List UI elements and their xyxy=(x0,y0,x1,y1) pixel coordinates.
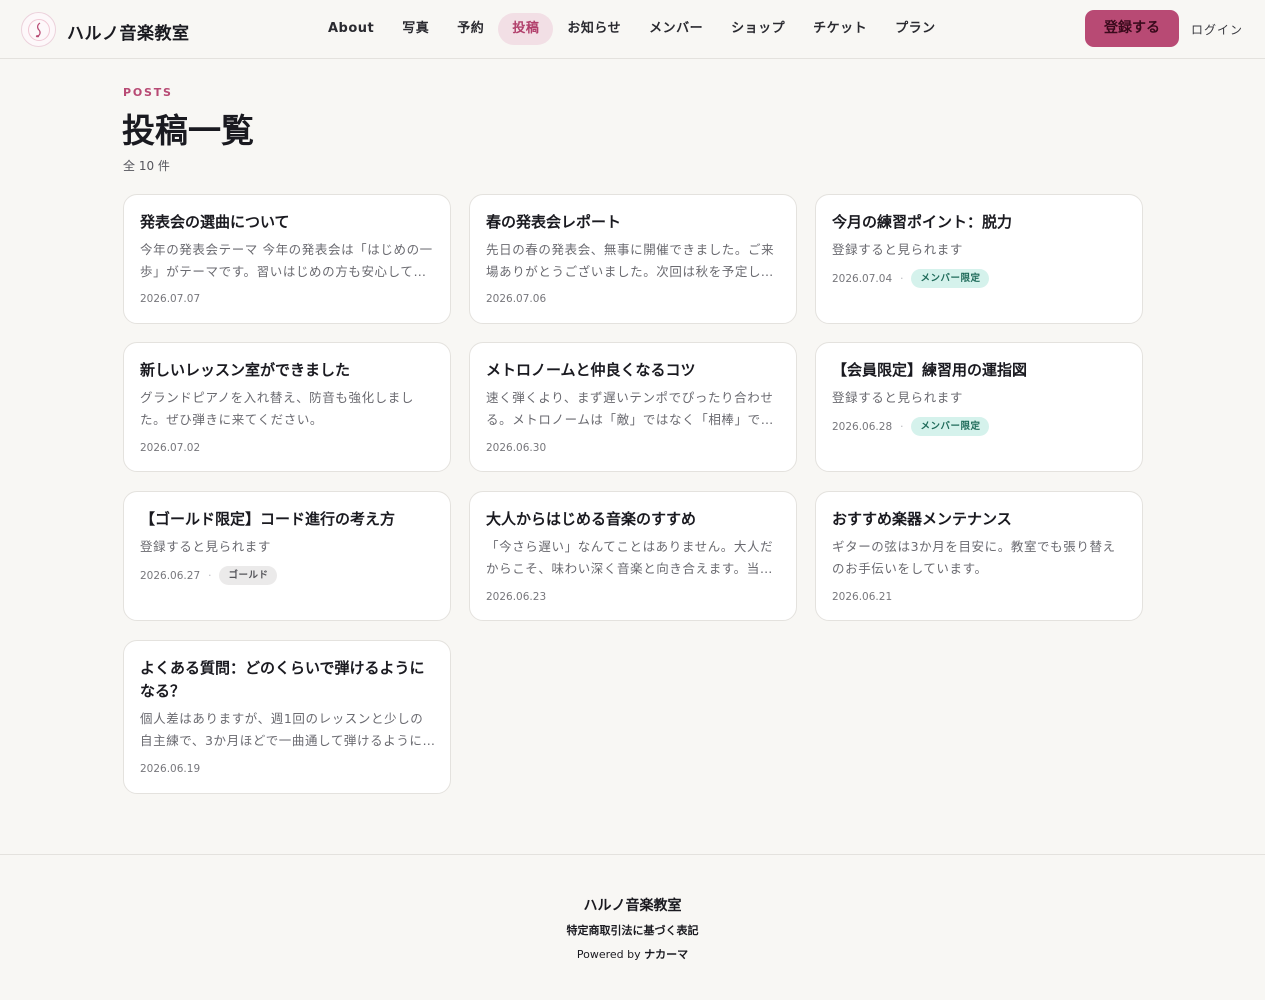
post-meta: 2026.06.28 · メンバー限定 xyxy=(832,417,990,436)
member-only-badge: メンバー限定 xyxy=(911,269,990,288)
post-meta: 2026.06.19 xyxy=(140,763,200,775)
post-card[interactable]: 発表会の選曲について 今年の発表会テーマ 今年の発表会は「はじめの一歩」がテーマ… xyxy=(123,194,451,324)
post-date: 2026.06.28 xyxy=(832,420,893,433)
post-date: 2026.07.04 xyxy=(832,272,893,285)
post-card[interactable]: よくある質問：どのくらいで弾けるようになる？ 個人差はありますが、週1回のレッス… xyxy=(123,640,451,794)
post-date: 2026.06.23 xyxy=(486,591,547,603)
page-title: 投稿一覧 xyxy=(122,111,254,150)
footer-brand: ハルノ音楽教室 xyxy=(583,898,682,914)
post-title: 【ゴールド限定】コード進行の考え方 xyxy=(140,510,396,528)
nav-item-plans[interactable]: プラン xyxy=(881,13,950,45)
post-title: 【会員限定】練習用の運指図 xyxy=(832,361,1028,379)
post-excerpt: グランドピアノを入れ替え、防音も強化しました。ぜひ弾きに来てください。 xyxy=(140,390,414,427)
post-excerpt: 速く弾くより、まず遅いテンポでぴったり合わせる。メトロノームは「敵」ではなく「相… xyxy=(486,390,774,427)
member-only-badge: メンバー限定 xyxy=(911,417,990,436)
post-date: 2026.07.07 xyxy=(140,293,201,305)
post-title: おすすめ楽器メンテナンス xyxy=(832,510,1012,528)
site-header: ハルノ音楽教室 About 写真 予約 投稿 お知らせ メンバー ショップ チケ… xyxy=(0,0,1265,59)
post-title: メトロノームと仲良くなるコツ xyxy=(486,361,696,379)
post-meta: 2026.06.27 · ゴールド xyxy=(140,566,278,585)
section-eyebrow: POSTS xyxy=(123,86,173,99)
music-note-icon xyxy=(27,18,50,41)
post-meta: 2026.07.06 xyxy=(486,293,546,305)
post-excerpt: 登録すると見られます xyxy=(832,242,964,257)
post-date: 2026.06.21 xyxy=(832,591,893,603)
post-card[interactable]: 大人からはじめる音楽のすすめ 「今さら遅い」なんてことはありません。大人だからこ… xyxy=(469,491,797,621)
meta-separator: · xyxy=(900,420,904,433)
nav-item-booking[interactable]: 予約 xyxy=(443,13,498,45)
post-date: 2026.06.27 xyxy=(140,569,201,582)
post-date: 2026.07.02 xyxy=(140,442,201,454)
post-meta: 2026.07.02 xyxy=(140,442,200,454)
post-title: 発表会の選曲について xyxy=(140,213,290,231)
post-title: 大人からはじめる音楽のすすめ xyxy=(486,510,697,528)
post-meta: 2026.06.23 xyxy=(486,591,546,603)
post-date: 2026.07.06 xyxy=(486,293,547,305)
login-link[interactable]: ログイン xyxy=(1191,21,1243,38)
post-title: 新しいレッスン室ができました xyxy=(140,361,351,379)
post-meta: 2026.07.07 xyxy=(140,293,200,305)
logo-music-note-icon[interactable] xyxy=(21,12,56,47)
legal-notice-link[interactable]: 特定商取引法に基づく表記 xyxy=(0,922,1265,938)
post-excerpt: ギターの弦は3か月を目安に。教室でも張り替えのお手伝いをしています。 xyxy=(832,539,1116,576)
nav-item-tickets[interactable]: チケット xyxy=(799,13,881,45)
powered-by-prefix: Powered by xyxy=(576,948,641,961)
powered-by: Powered by ナカーマ xyxy=(0,946,1265,962)
post-excerpt: 登録すると見られます xyxy=(832,390,964,405)
site-brand[interactable]: ハルノ音楽教室 xyxy=(67,19,190,44)
post-meta: 2026.06.30 xyxy=(486,442,546,454)
post-count: 全 10 件 xyxy=(123,159,170,173)
post-date: 2026.06.30 xyxy=(486,442,547,454)
post-card[interactable]: 新しいレッスン室ができました グランドピアノを入れ替え、防音も強化しました。ぜひ… xyxy=(123,342,451,472)
post-meta: 2026.07.04 · メンバー限定 xyxy=(832,269,990,288)
site-footer: ハルノ音楽教室 特定商取引法に基づく表記 Powered by ナカーマ xyxy=(0,854,1265,1000)
main-nav: About 写真 予約 投稿 お知らせ メンバー ショップ チケット プラン xyxy=(314,13,950,45)
nav-item-posts[interactable]: 投稿 xyxy=(498,13,554,45)
post-date: 2026.06.19 xyxy=(140,763,201,775)
post-title: 春の発表会レポート xyxy=(486,213,622,231)
post-card[interactable]: 【会員限定】練習用の運指図 登録すると見られます 2026.06.28 · メン… xyxy=(815,342,1143,472)
post-title: 今月の練習ポイント：脱力 xyxy=(832,213,1013,231)
meta-separator: · xyxy=(900,272,904,285)
register-button[interactable]: 登録する xyxy=(1085,10,1179,47)
nav-item-shop[interactable]: ショップ xyxy=(717,13,799,45)
nav-item-news[interactable]: お知らせ xyxy=(553,13,635,45)
post-excerpt: 今年の発表会テーマ 今年の発表会は「はじめの一歩」がテーマです。習いはじめの方も… xyxy=(140,242,433,279)
nav-item-about[interactable]: About xyxy=(314,13,388,45)
nav-item-photos[interactable]: 写真 xyxy=(388,13,443,45)
post-card[interactable]: 春の発表会レポート 先日の春の発表会、無事に開催できました。ご来場ありがとうござ… xyxy=(469,194,797,324)
gold-only-badge: ゴールド xyxy=(219,566,278,585)
post-excerpt: 登録すると見られます xyxy=(140,539,272,554)
post-card[interactable]: 【ゴールド限定】コード進行の考え方 登録すると見られます 2026.06.27 … xyxy=(123,491,451,621)
post-excerpt: 個人差はありますが、週1回のレッスンと少しの自主練で、3か月ほどで一曲通して弾け… xyxy=(140,711,436,748)
nav-item-members[interactable]: メンバー xyxy=(635,13,717,45)
post-title: よくある質問：どのくらいで弾けるようになる？ xyxy=(140,659,425,700)
powered-by-link[interactable]: ナカーマ xyxy=(644,948,688,961)
post-card[interactable]: メトロノームと仲良くなるコツ 速く弾くより、まず遅いテンポでぴったり合わせる。メ… xyxy=(469,342,797,472)
post-card[interactable]: 今月の練習ポイント：脱力 登録すると見られます 2026.07.04 · メンバ… xyxy=(815,194,1143,324)
post-card[interactable]: おすすめ楽器メンテナンス ギターの弦は3か月を目安に。教室でも張り替えのお手伝い… xyxy=(815,491,1143,621)
post-meta: 2026.06.21 xyxy=(832,591,892,603)
post-excerpt: 「今さら遅い」なんてことはありません。大人だからこそ、味わい深く音楽と向き合えま… xyxy=(486,539,774,576)
post-excerpt: 先日の春の発表会、無事に開催できました。ご来場ありがとうございました。次回は秋を… xyxy=(486,242,775,279)
meta-separator: · xyxy=(208,569,212,582)
